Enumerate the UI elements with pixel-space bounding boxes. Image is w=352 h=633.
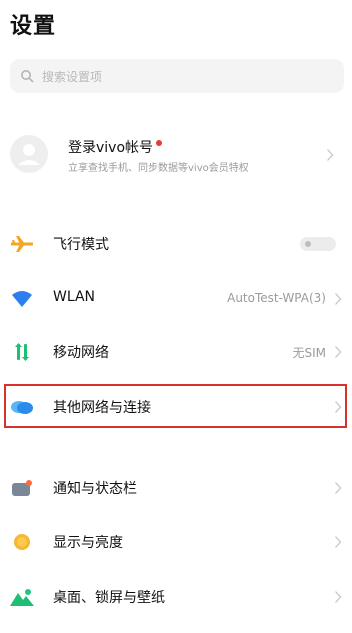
- airplane-icon: [10, 232, 34, 256]
- chevron-right-icon: [335, 536, 342, 548]
- search-placeholder: 搜索设置项: [42, 69, 103, 84]
- settings-item-wallpaper[interactable]: 桌面、锁屏与壁纸: [0, 571, 352, 623]
- settings-item-mobile-network[interactable]: 移动网络 无SIM: [0, 326, 352, 378]
- account-title: 登录vivo帐号: [68, 137, 163, 157]
- settings-item-display[interactable]: 显示与亮度: [0, 516, 352, 568]
- settings-item-airplane-mode[interactable]: 飞行模式: [0, 218, 352, 270]
- account-login-row[interactable]: 登录vivo帐号 立享查找手机、同步数据等vivo会员特权: [10, 128, 344, 184]
- settings-screen: 设置 搜索设置项 登录vivo帐号 立享查找手机、同步数据等vivo会员特权 飞…: [0, 0, 352, 633]
- settings-item-label: 飞行模式: [53, 237, 109, 253]
- chevron-right-icon: [327, 149, 334, 161]
- airplane-mode-toggle[interactable]: [300, 237, 336, 251]
- notification-dot: [156, 140, 163, 146]
- chevron-right-icon: [335, 591, 342, 603]
- mobile-network-icon: [10, 340, 34, 364]
- wallpaper-icon: [10, 585, 34, 609]
- settings-item-wlan[interactable]: WLAN AutoTest-WPA(3): [0, 273, 352, 325]
- wifi-icon: [10, 287, 34, 311]
- chevron-right-icon: [335, 293, 342, 305]
- account-subtitle: 立享查找手机、同步数据等vivo会员特权: [68, 163, 249, 174]
- wlan-status: AutoTest-WPA(3): [227, 291, 326, 305]
- settings-item-label: WLAN: [53, 289, 96, 305]
- settings-item-label: 显示与亮度: [53, 535, 123, 551]
- brightness-icon: [10, 530, 34, 554]
- page-title: 设置: [10, 14, 57, 39]
- search-bar[interactable]: 搜索设置项: [10, 59, 344, 93]
- mobile-network-status: 无SIM: [292, 346, 326, 360]
- highlight-box: [4, 384, 347, 428]
- notification-icon: [10, 476, 34, 500]
- search-icon: [20, 69, 34, 83]
- avatar: [10, 135, 48, 173]
- chevron-right-icon: [335, 346, 342, 358]
- settings-item-notifications[interactable]: 通知与状态栏: [0, 462, 352, 514]
- settings-item-label: 通知与状态栏: [53, 481, 137, 497]
- settings-item-label: 移动网络: [53, 345, 109, 361]
- settings-item-label: 桌面、锁屏与壁纸: [53, 590, 165, 606]
- chevron-right-icon: [335, 482, 342, 494]
